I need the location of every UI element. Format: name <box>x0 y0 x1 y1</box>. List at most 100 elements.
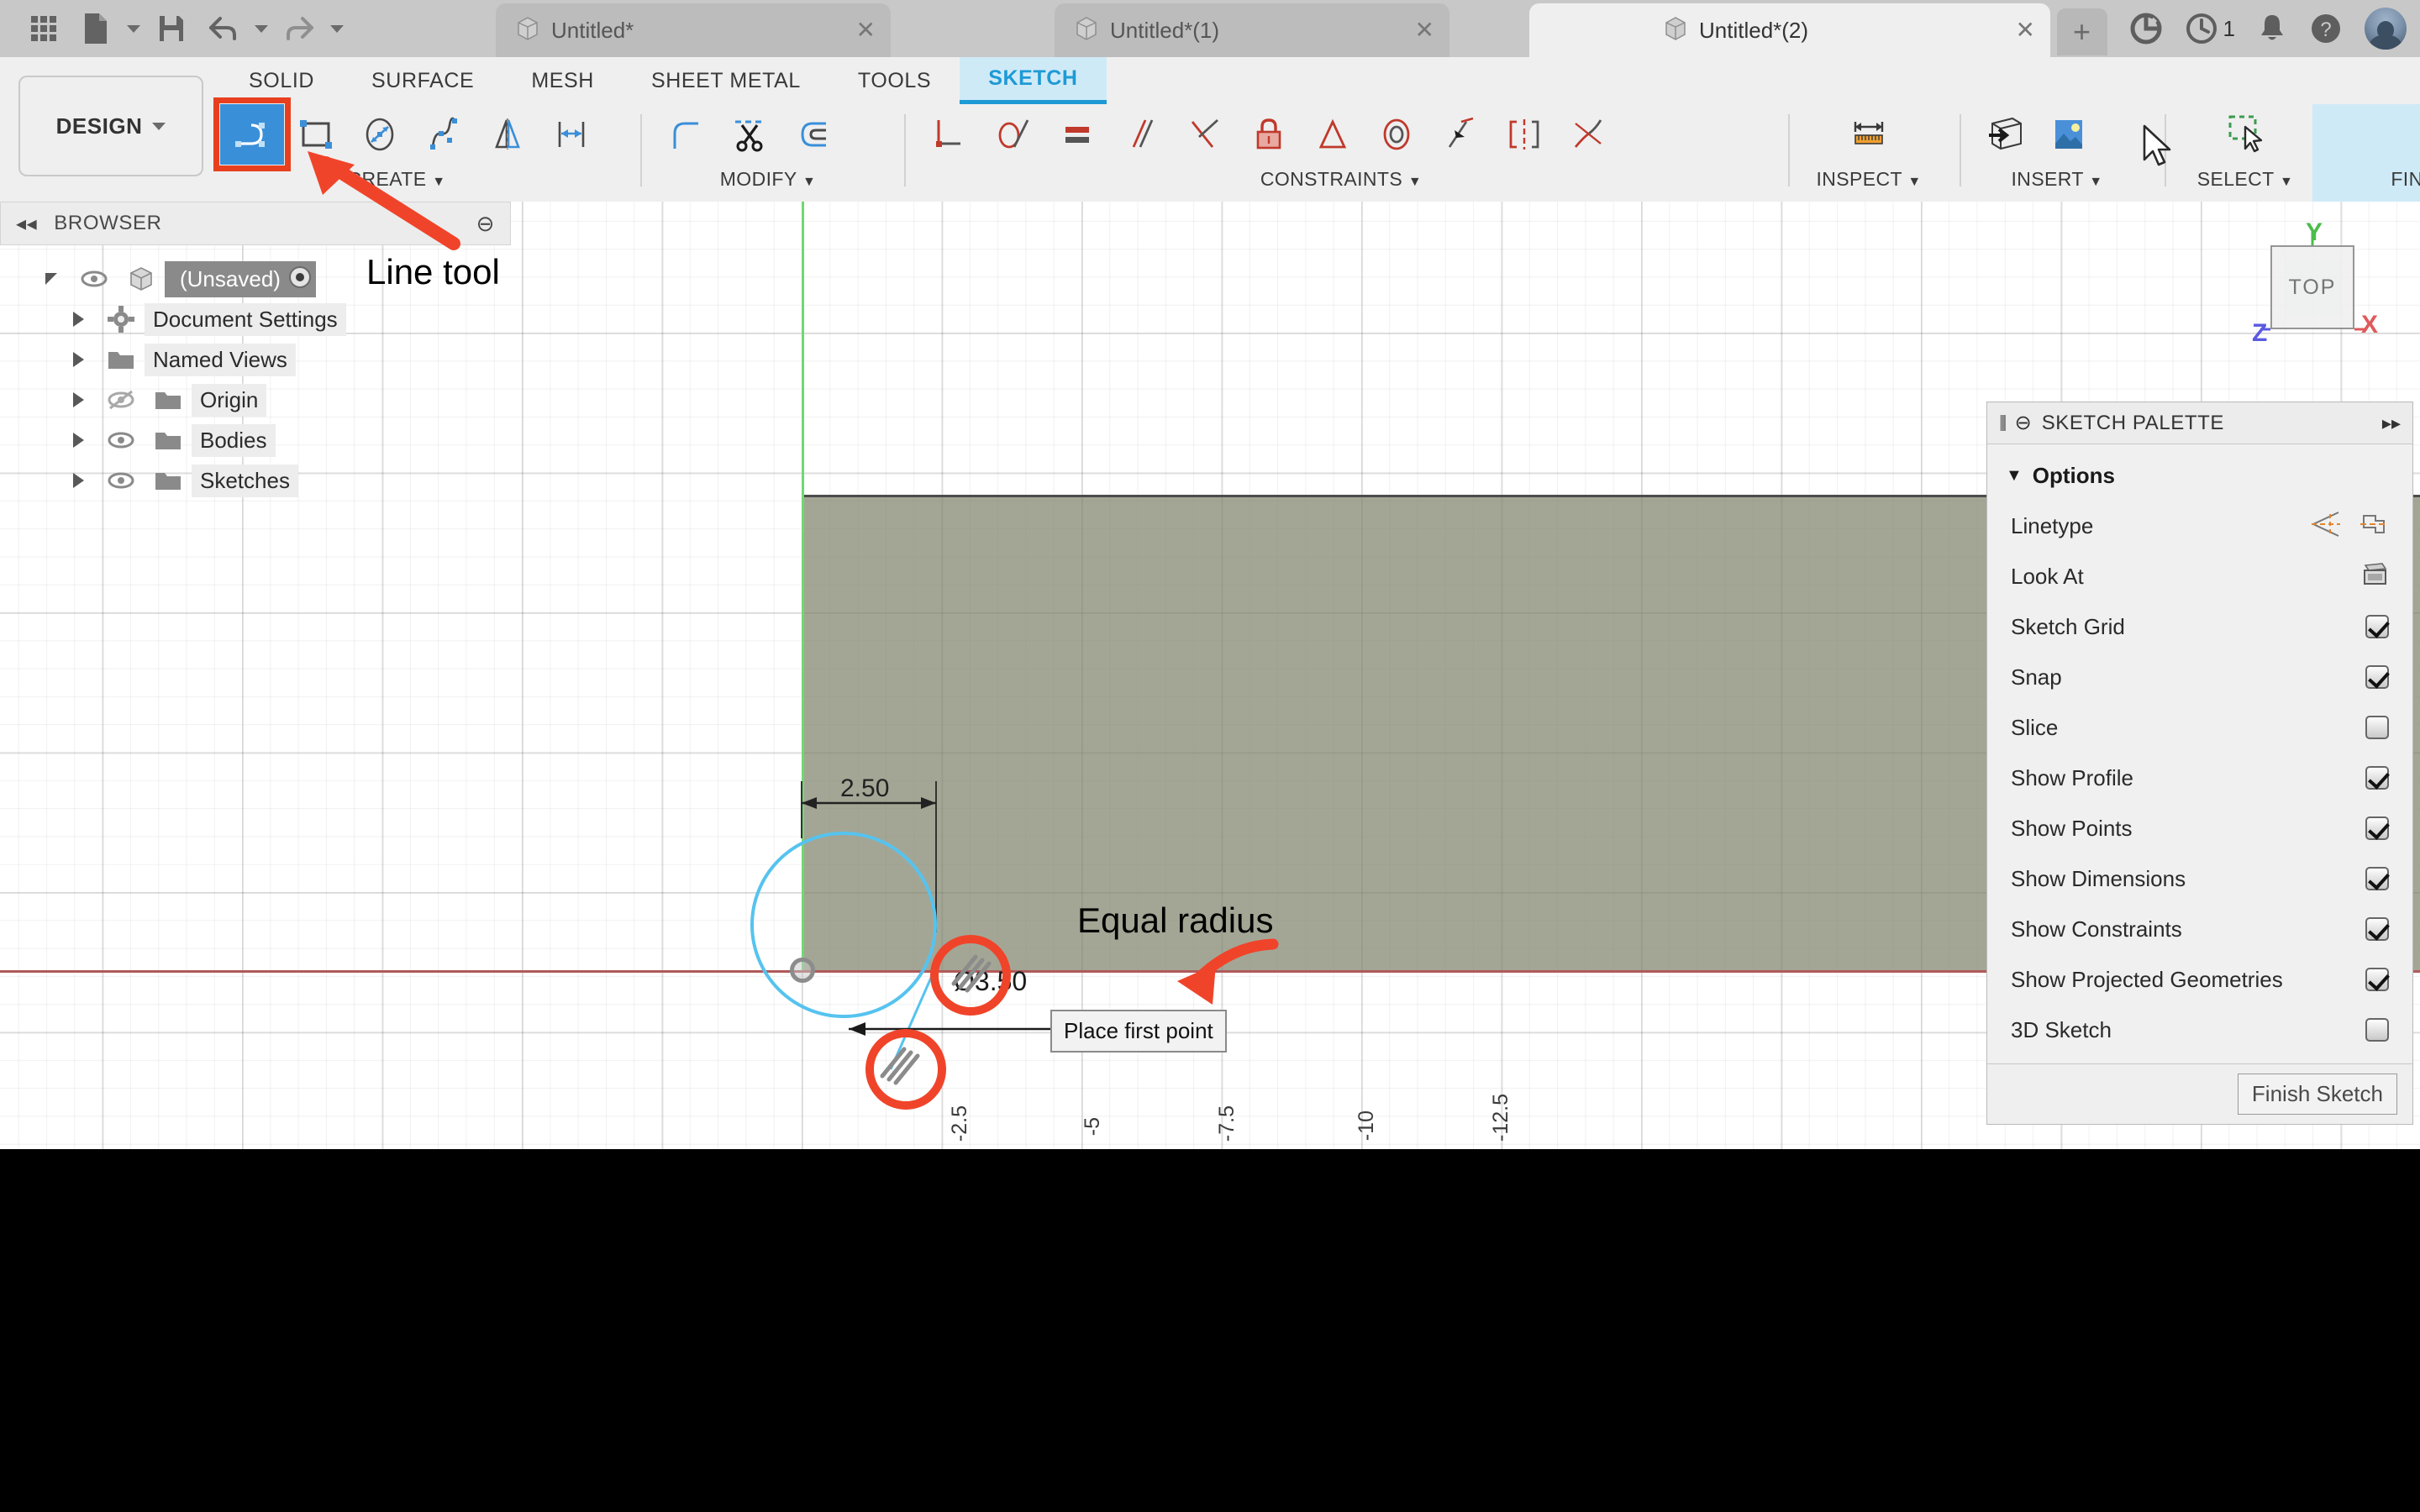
help-icon[interactable]: ? <box>2309 12 2343 45</box>
offset-tool[interactable] <box>539 104 603 165</box>
show-profile-checkbox[interactable] <box>2365 766 2389 790</box>
drag-handle-icon[interactable]: ||| <box>1999 413 2005 433</box>
new-file-icon[interactable] <box>72 5 119 52</box>
workspace-switcher[interactable]: DESIGN <box>18 76 203 176</box>
save-icon[interactable] <box>148 5 195 52</box>
finish-sketch-button[interactable]: Finish Sketch <box>2238 1074 2397 1115</box>
visibility-eye-icon[interactable] <box>71 270 118 288</box>
tangent-constraint[interactable] <box>981 104 1045 165</box>
tree-item-bodies[interactable]: Bodies <box>0 420 511 460</box>
horizontal-vertical-constraint[interactable] <box>918 104 981 165</box>
tab-sketch[interactable]: SKETCH <box>960 57 1106 104</box>
group-label-inspect[interactable]: INSPECT ▼ <box>1802 168 1936 191</box>
tab-tools[interactable]: TOOLS <box>829 57 960 104</box>
chevron-right-icon[interactable] <box>59 392 97 407</box>
tab-solid[interactable]: SOLID <box>220 57 343 104</box>
avatar[interactable] <box>2365 8 2407 50</box>
perpendicular-constraint[interactable] <box>1173 104 1237 165</box>
group-finish-sketch[interactable]: FINISH SKETCH ▼ <box>2312 104 2420 202</box>
tab-mesh[interactable]: MESH <box>502 57 623 104</box>
tree-item-document-settings[interactable]: Document Settings <box>0 299 511 339</box>
bell-icon[interactable] <box>2257 13 2287 45</box>
redo-icon[interactable] <box>276 5 323 52</box>
construction-line-icon[interactable] <box>2308 511 2342 542</box>
close-icon[interactable]: ✕ <box>856 18 876 42</box>
show-points-checkbox[interactable] <box>2365 816 2389 840</box>
group-label-modify[interactable]: MODIFY ▼ <box>654 168 882 191</box>
palette-row-3d-sketch[interactable]: 3D Sketch <box>1987 1005 2412 1055</box>
group-label-select[interactable]: SELECT ▼ <box>2178 168 2312 191</box>
line-tool[interactable] <box>220 104 284 165</box>
fix-unfix-constraint[interactable] <box>1237 104 1301 165</box>
close-icon[interactable]: ✕ <box>1415 18 1434 42</box>
group-label-constraints[interactable]: CONSTRAINTS ▼ <box>918 168 1765 191</box>
group-label-finish-sketch[interactable]: FINISH SKETCH ▼ <box>2312 168 2420 191</box>
undo-dropdown-icon[interactable] <box>252 5 271 52</box>
trim-tool[interactable] <box>718 104 781 165</box>
new-file-dropdown-icon[interactable] <box>124 5 143 52</box>
visibility-eye-icon[interactable] <box>97 431 145 449</box>
visibility-eye-hidden-icon[interactable] <box>97 390 145 410</box>
centerline-icon[interactable] <box>2359 511 2389 542</box>
sketch-grid-checkbox[interactable] <box>2365 615 2389 638</box>
palette-row-snap[interactable]: Snap <box>1987 652 2412 702</box>
equal-constraint[interactable] <box>1045 104 1109 165</box>
look-at-icon[interactable] <box>2360 562 2389 591</box>
tree-item-named-views[interactable]: Named Views <box>0 339 511 380</box>
visibility-eye-icon[interactable] <box>97 471 145 490</box>
collapse-icon[interactable]: ◂◂ <box>16 212 37 236</box>
parallel-constraint[interactable] <box>1109 104 1173 165</box>
extend-tool[interactable] <box>781 104 845 165</box>
plug-icon[interactable] <box>2129 12 2163 45</box>
new-tab-button[interactable]: + <box>2057 8 2107 55</box>
palette-row-slice[interactable]: Slice <box>1987 702 2412 753</box>
chevron-right-icon[interactable] <box>59 312 97 327</box>
concentric-constraint[interactable] <box>1365 104 1428 165</box>
component-activate-radio[interactable] <box>287 265 313 294</box>
palette-row-show-profile[interactable]: Show Profile <box>1987 753 2412 803</box>
tree-item-origin[interactable]: Origin <box>0 380 511 420</box>
chevron-right-icon[interactable] <box>59 433 97 448</box>
palette-row-sketch-grid[interactable]: Sketch Grid <box>1987 601 2412 652</box>
expand-icon[interactable] <box>32 270 71 287</box>
job-status-icon[interactable]: 1 <box>2185 12 2235 45</box>
insert-canvas-tool[interactable] <box>2037 104 2101 165</box>
group-label-insert[interactable]: INSERT ▼ <box>1973 168 2141 191</box>
expand-icon[interactable]: ▸▸ <box>2382 412 2401 434</box>
symmetry-constraint[interactable] <box>1492 104 1556 165</box>
document-tab-3[interactable]: Untitled*(2) ✕ <box>1529 3 2050 57</box>
collinear-constraint[interactable] <box>1428 104 1492 165</box>
tree-item-sketches[interactable]: Sketches <box>0 460 511 501</box>
mirror-tool[interactable] <box>476 104 539 165</box>
palette-row-show-points[interactable]: Show Points <box>1987 803 2412 853</box>
options-section-header[interactable]: ▼ Options <box>1987 456 2412 501</box>
show-projected-geometries-checkbox[interactable] <box>2365 968 2389 991</box>
minimize-icon[interactable]: ⊖ <box>2015 411 2032 435</box>
tab-sheet-metal[interactable]: SHEET METAL <box>623 57 829 104</box>
close-icon[interactable]: ✕ <box>2016 18 2035 42</box>
show-constraints-checkbox[interactable] <box>2365 917 2389 941</box>
grid-apps-icon[interactable] <box>20 5 67 52</box>
slice-checkbox[interactable] <box>2365 716 2389 739</box>
chevron-right-icon[interactable] <box>59 352 97 367</box>
show-dimensions-checkbox[interactable] <box>2365 867 2389 890</box>
3d-sketch-checkbox[interactable] <box>2365 1018 2389 1042</box>
tab-surface[interactable]: SURFACE <box>343 57 502 104</box>
curvature-constraint[interactable] <box>1556 104 1620 165</box>
snap-checkbox[interactable] <box>2365 665 2389 689</box>
view-cube[interactable]: TOP Y X Z <box>2235 227 2386 361</box>
insert-derive-tool[interactable] <box>1973 104 2037 165</box>
document-tab-1[interactable]: Untitled* ✕ <box>496 3 891 57</box>
horizontal-dimension-value[interactable]: 2.50 <box>840 774 889 803</box>
midpoint-constraint[interactable] <box>1301 104 1365 165</box>
palette-row-show-dimensions[interactable]: Show Dimensions <box>1987 853 2412 904</box>
palette-row-show-projected-geometries[interactable]: Show Projected Geometries <box>1987 954 2412 1005</box>
select-tool[interactable] <box>2213 104 2277 165</box>
redo-dropdown-icon[interactable] <box>328 5 346 52</box>
document-tab-2[interactable]: Untitled*(1) ✕ <box>1055 3 1449 57</box>
measure-tool[interactable] <box>1837 104 1901 165</box>
palette-row-show-constraints[interactable]: Show Constraints <box>1987 904 2412 954</box>
undo-icon[interactable] <box>200 5 247 52</box>
chevron-right-icon[interactable] <box>59 473 97 488</box>
fillet-tool[interactable] <box>654 104 718 165</box>
